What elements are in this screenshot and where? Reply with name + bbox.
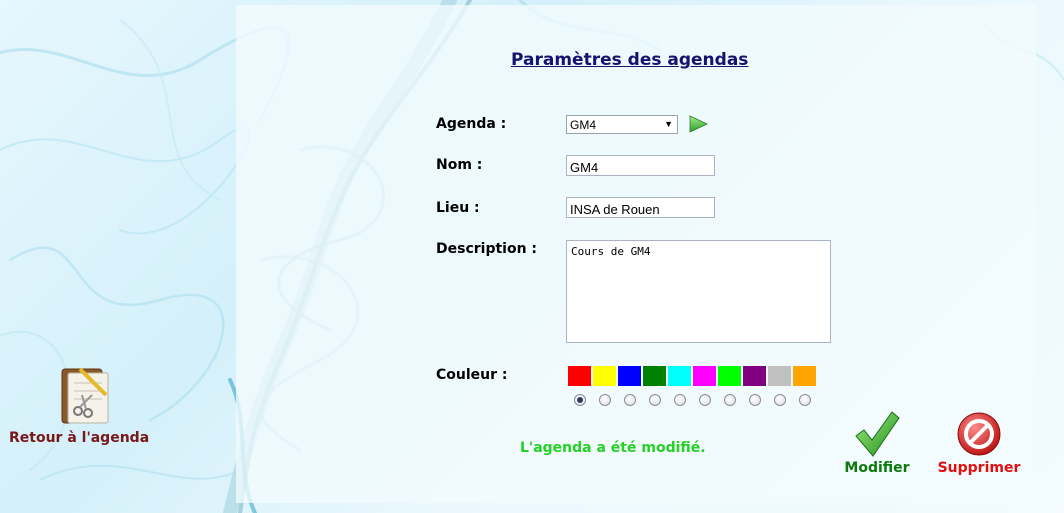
page-title: Paramètres des agendas (511, 50, 749, 70)
modify-label: Modifier (844, 460, 910, 476)
agenda-label: Agenda : (436, 116, 507, 132)
agenda-select[interactable]: GM4 ▼ (566, 115, 678, 134)
agenda-select-value: GM4 (570, 118, 597, 132)
lieu-input[interactable] (566, 197, 715, 218)
go-arrow-icon[interactable] (688, 115, 708, 133)
color-radio[interactable] (674, 394, 686, 406)
checkmark-icon (855, 411, 900, 457)
nom-input[interactable] (566, 155, 715, 176)
color-radio[interactable] (574, 394, 586, 406)
color-radio[interactable] (749, 394, 761, 406)
color-swatch (718, 366, 741, 386)
color-radio[interactable] (774, 394, 786, 406)
color-swatch (618, 366, 641, 386)
back-to-agenda-link[interactable]: Retour à l'agenda (9, 430, 149, 446)
color-swatch (793, 366, 816, 386)
color-radio[interactable] (624, 394, 636, 406)
color-swatch (768, 366, 791, 386)
modify-button[interactable]: Modifier (844, 410, 910, 476)
nom-label: Nom : (436, 157, 483, 173)
color-swatch (643, 366, 666, 386)
color-radio[interactable] (724, 394, 736, 406)
couleur-label: Couleur : (436, 367, 508, 383)
delete-label: Supprimer (937, 460, 1021, 476)
color-radio[interactable] (599, 394, 611, 406)
color-radio[interactable] (799, 394, 811, 406)
color-swatch (743, 366, 766, 386)
agenda-book-icon[interactable] (58, 365, 112, 427)
color-radio[interactable] (649, 394, 661, 406)
color-swatch (568, 366, 591, 386)
delete-button[interactable]: Supprimer (934, 410, 1024, 476)
lieu-label: Lieu : (436, 200, 480, 216)
color-swatch (668, 366, 691, 386)
color-swatch (693, 366, 716, 386)
color-radio[interactable] (699, 394, 711, 406)
description-textarea[interactable]: Cours de GM4 (566, 240, 831, 343)
status-message: L'agenda a été modifié. (520, 440, 706, 456)
delete-icon (957, 412, 1001, 456)
description-label: Description : (436, 241, 538, 257)
color-swatch (593, 366, 616, 386)
chevron-down-icon: ▼ (664, 119, 673, 129)
